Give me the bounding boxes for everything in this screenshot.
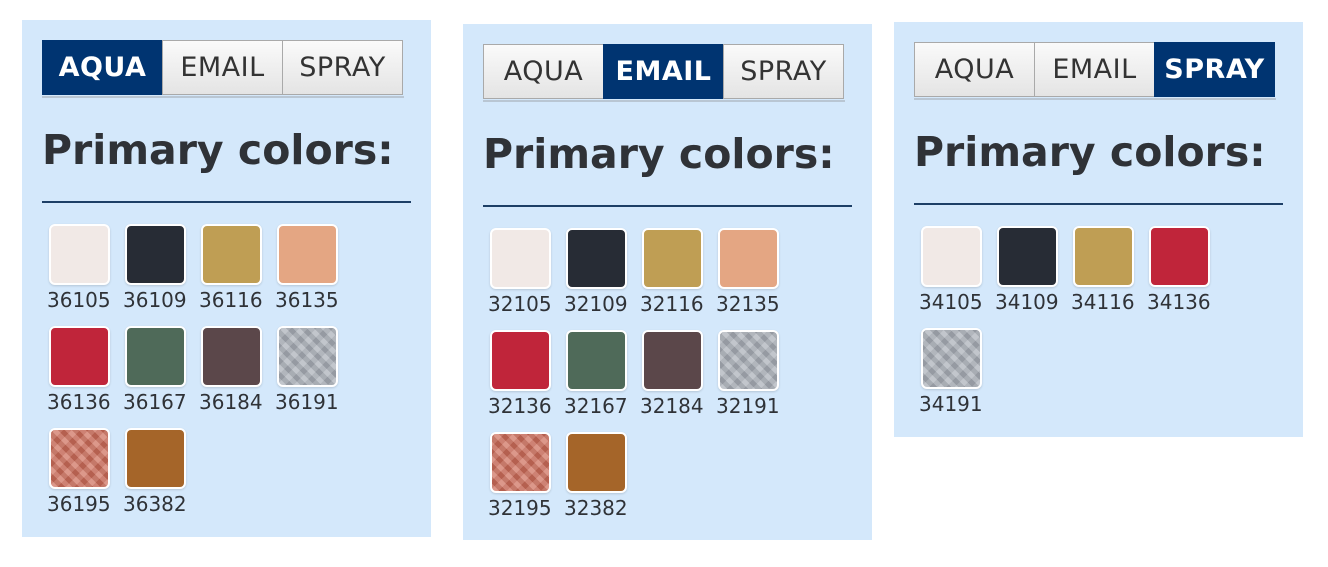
color-swatch[interactable]: 32109 (564, 226, 636, 328)
color-panel-aqua: AQUA EMAIL SPRAY Primary colors: 36105 36… (22, 20, 431, 537)
tab-email[interactable]: EMAIL (162, 40, 283, 95)
color-chip[interactable] (49, 224, 110, 285)
tab-spray[interactable]: SPRAY (723, 44, 844, 99)
color-code: 36195 (47, 492, 111, 516)
tab-spray[interactable]: SPRAY (1154, 42, 1275, 97)
color-swatch[interactable]: 34109 (995, 224, 1067, 326)
color-code: 36184 (199, 390, 263, 414)
heading-divider (483, 205, 852, 207)
color-code: 32184 (640, 394, 704, 418)
color-code: 34109 (995, 290, 1059, 314)
color-chip[interactable] (201, 224, 262, 285)
color-swatch[interactable]: 34136 (1147, 224, 1219, 326)
color-swatch[interactable]: 36105 (47, 222, 119, 324)
color-code: 32109 (564, 292, 628, 316)
color-swatch[interactable]: 36195 (47, 426, 119, 528)
section-heading: Primary colors: (914, 128, 1266, 176)
color-swatch[interactable]: 36135 (275, 222, 347, 324)
color-chip[interactable] (49, 326, 110, 387)
color-chip[interactable] (1149, 226, 1210, 287)
color-code: 36167 (123, 390, 187, 414)
color-code: 32382 (564, 496, 628, 520)
tab-aqua[interactable]: AQUA (483, 44, 604, 99)
color-code: 34136 (1147, 290, 1211, 314)
section-heading: Primary colors: (483, 130, 835, 178)
heading-divider (914, 203, 1283, 205)
tab-bar: AQUA EMAIL SPRAY (483, 44, 845, 102)
color-chip[interactable] (277, 224, 338, 285)
color-chip[interactable] (921, 226, 982, 287)
color-chip[interactable] (566, 330, 627, 391)
color-swatch[interactable]: 36382 (123, 426, 195, 528)
section-heading: Primary colors: (42, 126, 394, 174)
color-swatch[interactable]: 32136 (488, 328, 560, 430)
color-chip[interactable] (1073, 226, 1134, 287)
color-chip[interactable] (997, 226, 1058, 287)
tab-bar: AQUA EMAIL SPRAY (42, 40, 404, 98)
color-swatch[interactable]: 34191 (919, 326, 991, 428)
color-swatch[interactable]: 34116 (1071, 224, 1143, 326)
color-chip[interactable] (642, 228, 703, 289)
color-code: 36191 (275, 390, 339, 414)
tab-aqua[interactable]: AQUA (42, 40, 163, 95)
color-swatch[interactable]: 36184 (199, 324, 271, 426)
color-code: 36105 (47, 288, 111, 312)
color-panel-spray: AQUA EMAIL SPRAY Primary colors: 34105 34… (894, 22, 1303, 437)
color-code: 36136 (47, 390, 111, 414)
color-swatch[interactable]: 34105 (919, 224, 991, 326)
color-chip[interactable] (125, 326, 186, 387)
color-code: 32135 (716, 292, 780, 316)
tab-aqua[interactable]: AQUA (914, 42, 1035, 97)
heading-divider (42, 201, 411, 203)
color-chip[interactable] (718, 228, 779, 289)
color-chip[interactable] (718, 330, 779, 391)
color-chip[interactable] (566, 432, 627, 493)
color-swatch[interactable]: 36191 (275, 324, 347, 426)
color-chip[interactable] (125, 428, 186, 489)
color-swatch[interactable]: 32195 (488, 430, 560, 532)
color-code: 36382 (123, 492, 187, 516)
color-code: 36135 (275, 288, 339, 312)
color-swatch[interactable]: 36116 (199, 222, 271, 324)
color-swatch[interactable]: 32116 (640, 226, 712, 328)
color-chip[interactable] (921, 328, 982, 389)
color-chip[interactable] (277, 326, 338, 387)
tab-bar: AQUA EMAIL SPRAY (914, 42, 1276, 100)
color-chip[interactable] (49, 428, 110, 489)
color-code: 32191 (716, 394, 780, 418)
color-swatch[interactable]: 36167 (123, 324, 195, 426)
color-swatch[interactable]: 36136 (47, 324, 119, 426)
color-code: 32136 (488, 394, 552, 418)
color-swatch[interactable]: 32382 (564, 430, 636, 532)
color-chip[interactable] (490, 330, 551, 391)
tab-email[interactable]: EMAIL (603, 44, 724, 99)
color-code: 34191 (919, 392, 983, 416)
color-swatch[interactable]: 32135 (716, 226, 788, 328)
color-code: 32105 (488, 292, 552, 316)
color-code: 36116 (199, 288, 263, 312)
color-chip[interactable] (125, 224, 186, 285)
color-chip[interactable] (490, 432, 551, 493)
color-swatch[interactable]: 32105 (488, 226, 560, 328)
color-chip[interactable] (201, 326, 262, 387)
color-code: 32167 (564, 394, 628, 418)
tab-spray[interactable]: SPRAY (282, 40, 403, 95)
color-code: 32195 (488, 496, 552, 520)
color-swatch[interactable]: 32167 (564, 328, 636, 430)
color-swatch[interactable]: 32184 (640, 328, 712, 430)
color-code: 34116 (1071, 290, 1135, 314)
color-panel-email: AQUA EMAIL SPRAY Primary colors: 32105 32… (463, 24, 872, 540)
color-code: 32116 (640, 292, 704, 316)
color-chip[interactable] (490, 228, 551, 289)
color-code: 36109 (123, 288, 187, 312)
color-swatch[interactable]: 36109 (123, 222, 195, 324)
color-swatch[interactable]: 32191 (716, 328, 788, 430)
color-chip[interactable] (642, 330, 703, 391)
color-code: 34105 (919, 290, 983, 314)
tab-email[interactable]: EMAIL (1034, 42, 1155, 97)
color-chip[interactable] (566, 228, 627, 289)
